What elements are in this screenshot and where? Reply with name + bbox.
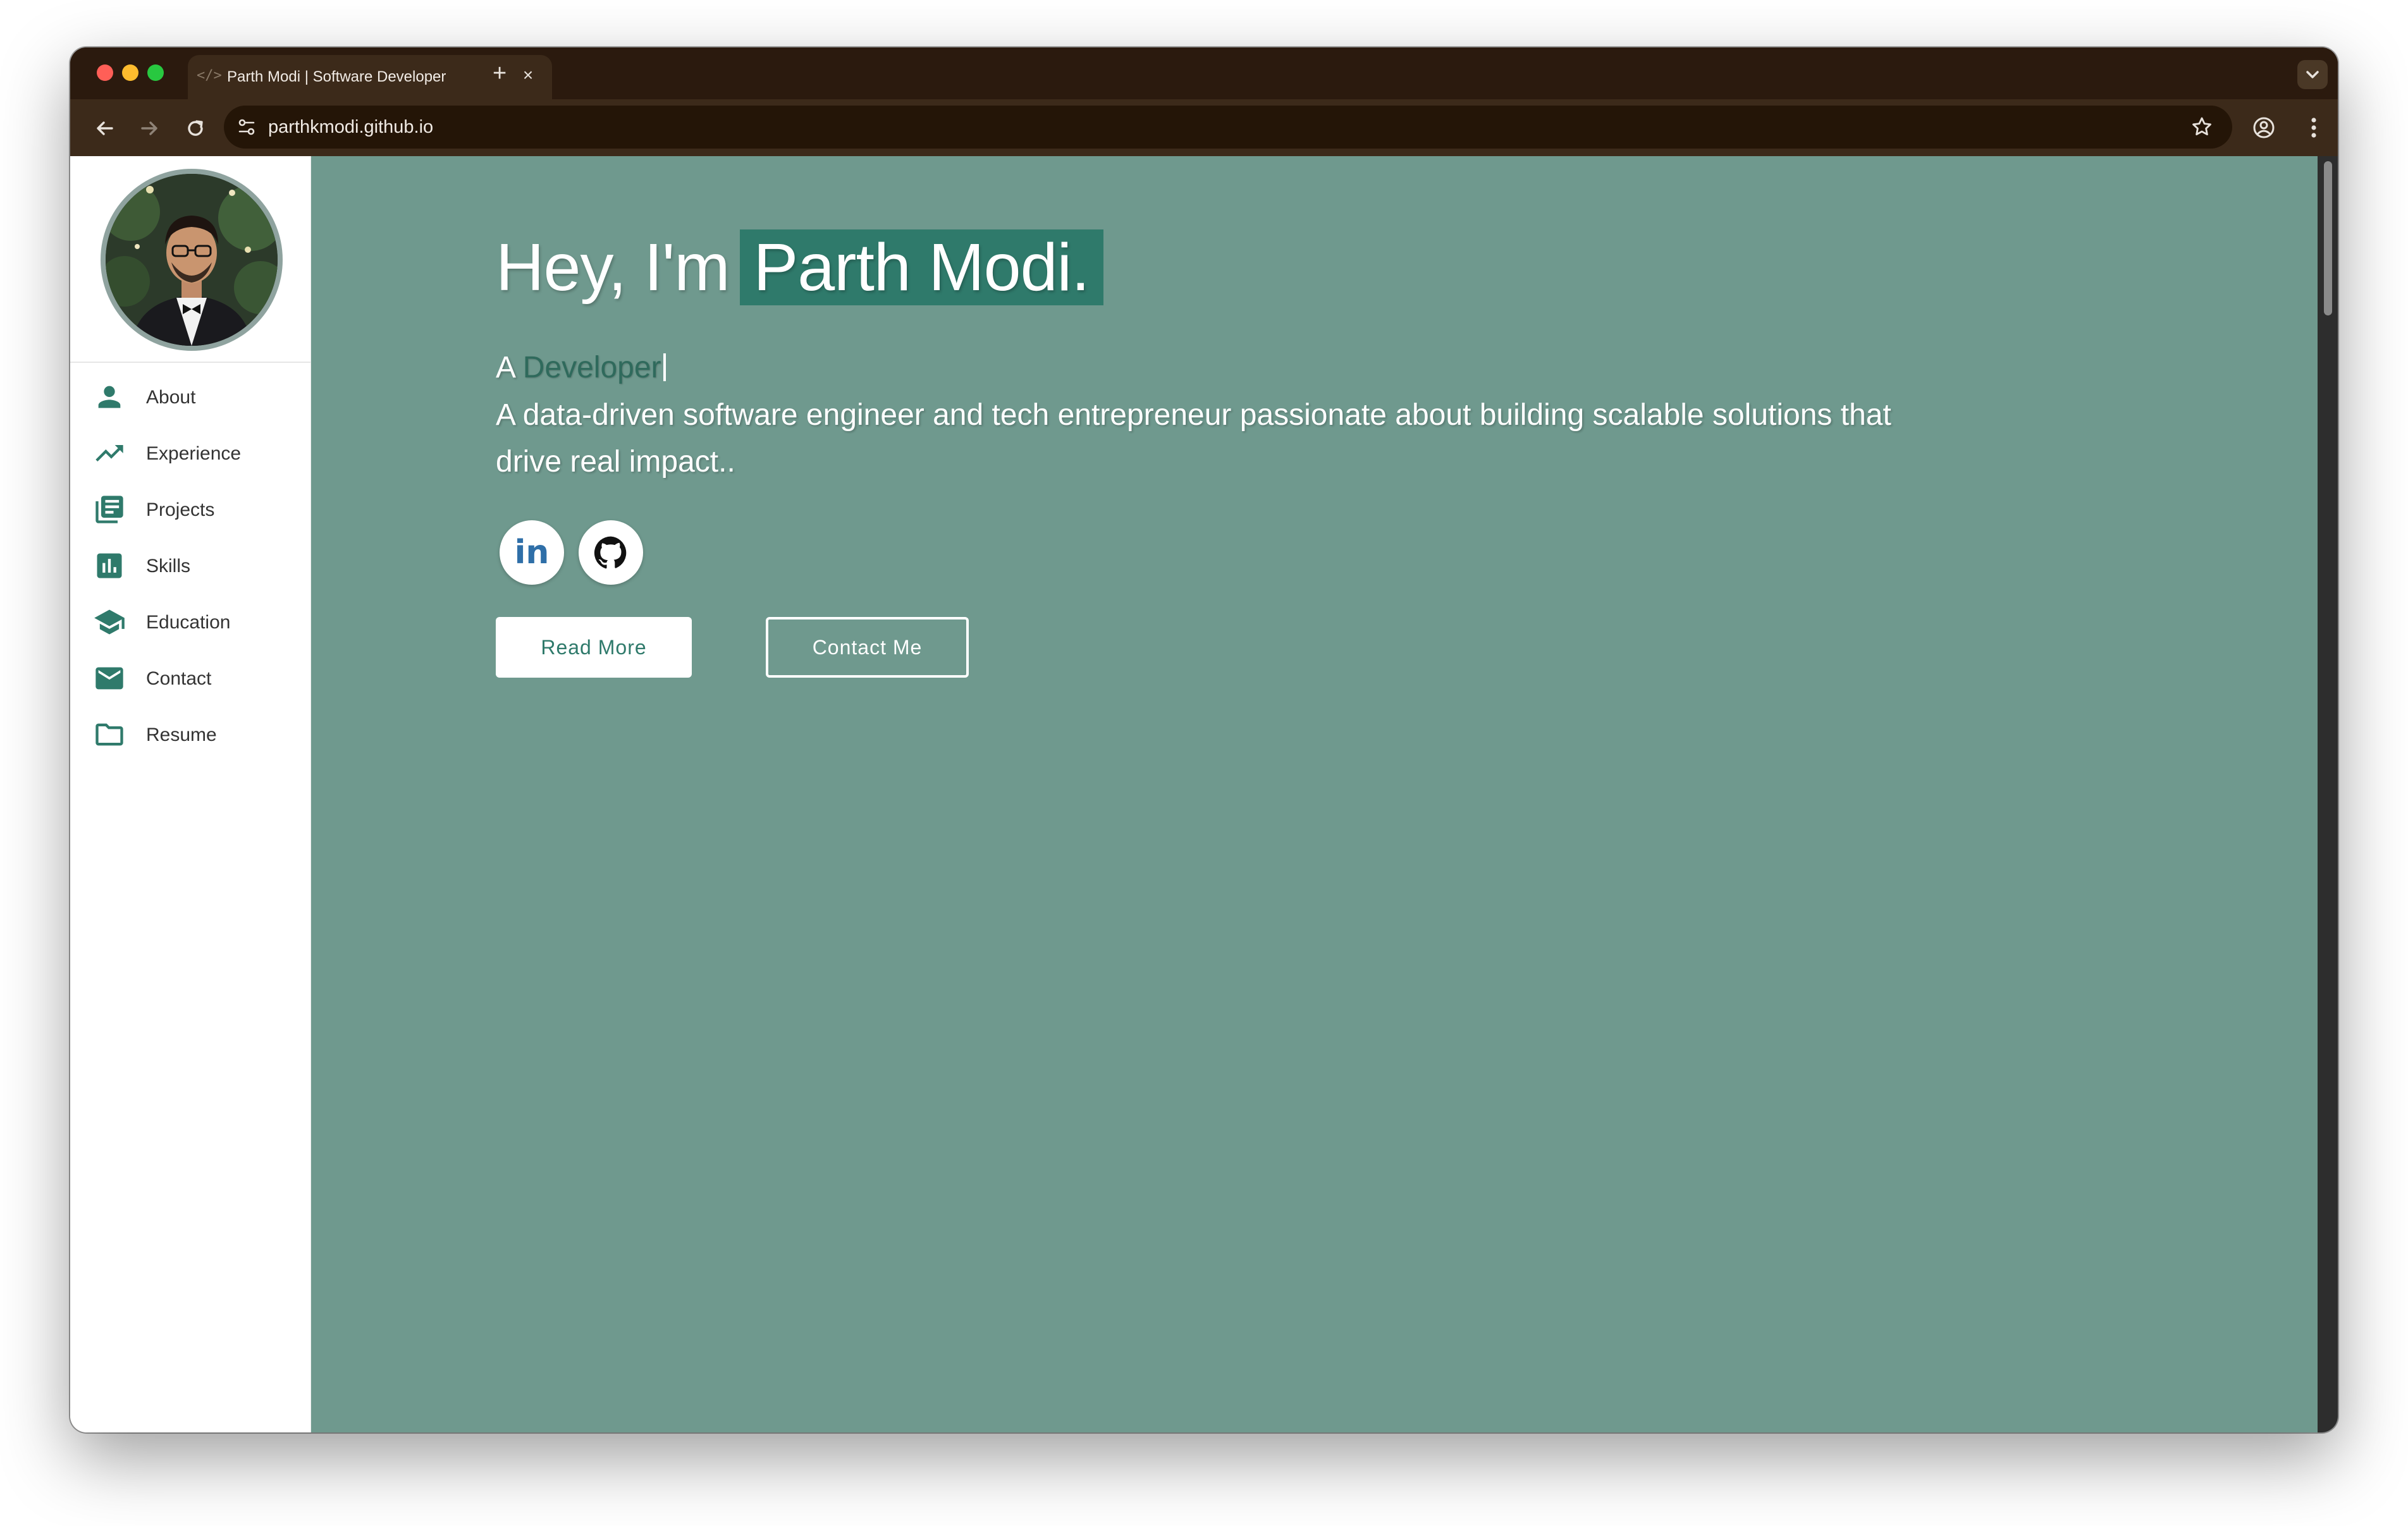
code-favicon-icon: </> — [197, 68, 222, 83]
trending-up-icon — [95, 445, 123, 461]
profile-icon[interactable] — [2251, 114, 2277, 141]
github-icon — [594, 536, 627, 569]
forward-arrow-icon[interactable] — [137, 116, 163, 141]
hero-heading: Hey, I'm Parth Modi. — [496, 229, 1103, 305]
library-books-icon — [95, 496, 123, 523]
sidebar-item-experience[interactable]: Experience — [70, 424, 310, 480]
maximize-window-button[interactable] — [147, 64, 164, 81]
read-more-button[interactable]: Read More — [496, 617, 692, 678]
reload-icon[interactable] — [183, 116, 208, 141]
browser-window: </> Parth Modi | Software Developer × + — [70, 47, 2338, 1432]
hero-description: A data-driven software engineer and tech… — [496, 398, 1891, 479]
new-tab-button[interactable]: + — [493, 61, 507, 85]
person-icon — [98, 386, 121, 408]
scrollbar-thumb[interactable] — [2324, 161, 2332, 315]
typed-role-line: A Developer — [496, 350, 666, 385]
sidebar-item-resume[interactable]: Resume — [70, 705, 310, 762]
sidebar-item-skills[interactable]: Skills — [70, 537, 310, 593]
tab-close-icon[interactable]: × — [517, 64, 539, 87]
sidebar-item-contact[interactable]: Contact — [70, 649, 310, 705]
linkedin-logo-text: in — [515, 534, 550, 571]
bar-chart-icon — [97, 553, 122, 578]
close-window-button[interactable] — [97, 64, 113, 81]
typing-cursor — [663, 353, 666, 381]
sidebar-nav: About Experience Projects Skills Educati… — [70, 368, 310, 762]
typed-prefix: A — [496, 351, 515, 384]
sidebar-item-label: About — [146, 387, 196, 408]
tab-title: Parth Modi | Software Developer — [227, 68, 446, 85]
hero-section: Hey, I'm Parth Modi. A Developer A data-d… — [311, 156, 2338, 1432]
sidebar-item-label: Projects — [146, 499, 215, 520]
sidebar-item-education[interactable]: Education — [70, 593, 310, 649]
browser-toolbar: parthkmodi.github.io — [70, 99, 2338, 156]
url-text: parthkmodi.github.io — [268, 117, 434, 137]
tab-strip: </> Parth Modi | Software Developer × + — [70, 47, 2338, 99]
site-settings-icon[interactable] — [235, 116, 258, 138]
sidebar-item-about[interactable]: About — [70, 368, 310, 424]
sidebar-item-label: Contact — [146, 668, 212, 689]
more-menu-icon[interactable] — [2301, 114, 2326, 141]
bookmark-star-icon[interactable] — [2189, 114, 2214, 140]
contact-me-button[interactable]: Contact Me — [766, 617, 969, 678]
chevron-down-icon — [2306, 71, 2319, 78]
sidebar-item-label: Resume — [146, 724, 217, 745]
sidebar-item-label: Experience — [146, 443, 242, 464]
profile-photo — [106, 174, 278, 346]
sidebar-item-label: Skills — [146, 556, 191, 577]
scrollbar[interactable] — [2318, 156, 2338, 1432]
school-icon — [94, 609, 125, 635]
address-bar[interactable]: parthkmodi.github.io — [224, 106, 2232, 149]
avatar — [101, 169, 283, 351]
hero-greeting: Hey, I'm — [496, 230, 730, 305]
linkedin-button[interactable]: in — [500, 520, 564, 585]
tab-search-button[interactable] — [2297, 60, 2328, 89]
folder-icon — [95, 723, 123, 746]
linkedin-icon: in — [515, 534, 550, 571]
sidebar-item-projects[interactable]: Projects — [70, 480, 310, 537]
hero-name: Parth Modi. — [739, 229, 1103, 305]
github-button[interactable] — [579, 520, 643, 585]
back-arrow-icon[interactable] — [92, 116, 117, 141]
sidebar: About Experience Projects Skills Educati… — [70, 156, 311, 1432]
typed-role: Developer — [522, 351, 661, 384]
sidebar-item-label: Education — [146, 612, 231, 633]
mail-icon — [95, 667, 123, 690]
web-page: About Experience Projects Skills Educati… — [70, 156, 2338, 1432]
minimize-window-button[interactable] — [122, 64, 138, 81]
avatar-section — [70, 156, 310, 363]
